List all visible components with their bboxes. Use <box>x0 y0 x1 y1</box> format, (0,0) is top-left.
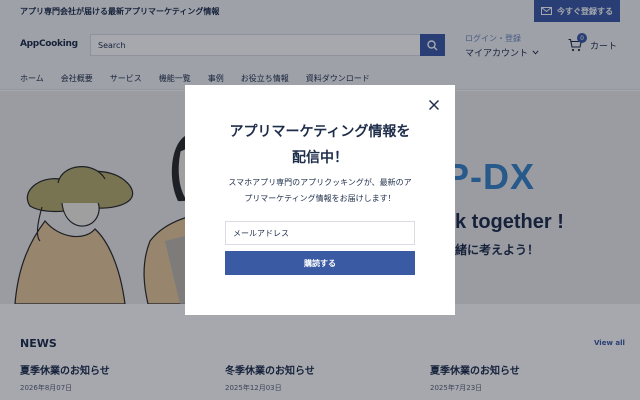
modal-title: アプリマーケティング情報を 配信中！ <box>185 119 455 171</box>
email-field[interactable] <box>225 221 415 245</box>
modal-description-line1: スマホアプリ専門のアプリクッキングが、最新のア <box>228 178 412 187</box>
newsletter-modal: アプリマーケティング情報を 配信中！ スマホアプリ専門のアプリクッキングが、最新… <box>185 85 455 315</box>
modal-title-line2: 配信中！ <box>292 150 348 166</box>
modal-description-line2: プリマーケティング情報をお届けします！ <box>244 194 396 203</box>
modal-description: スマホアプリ専門のアプリクッキングが、最新のア プリマーケティング情報をお届けし… <box>225 175 415 207</box>
modal-title-line1: アプリマーケティング情報を <box>229 124 411 140</box>
subscribe-button[interactable]: 購読する <box>225 251 415 275</box>
close-icon[interactable] <box>428 99 440 111</box>
